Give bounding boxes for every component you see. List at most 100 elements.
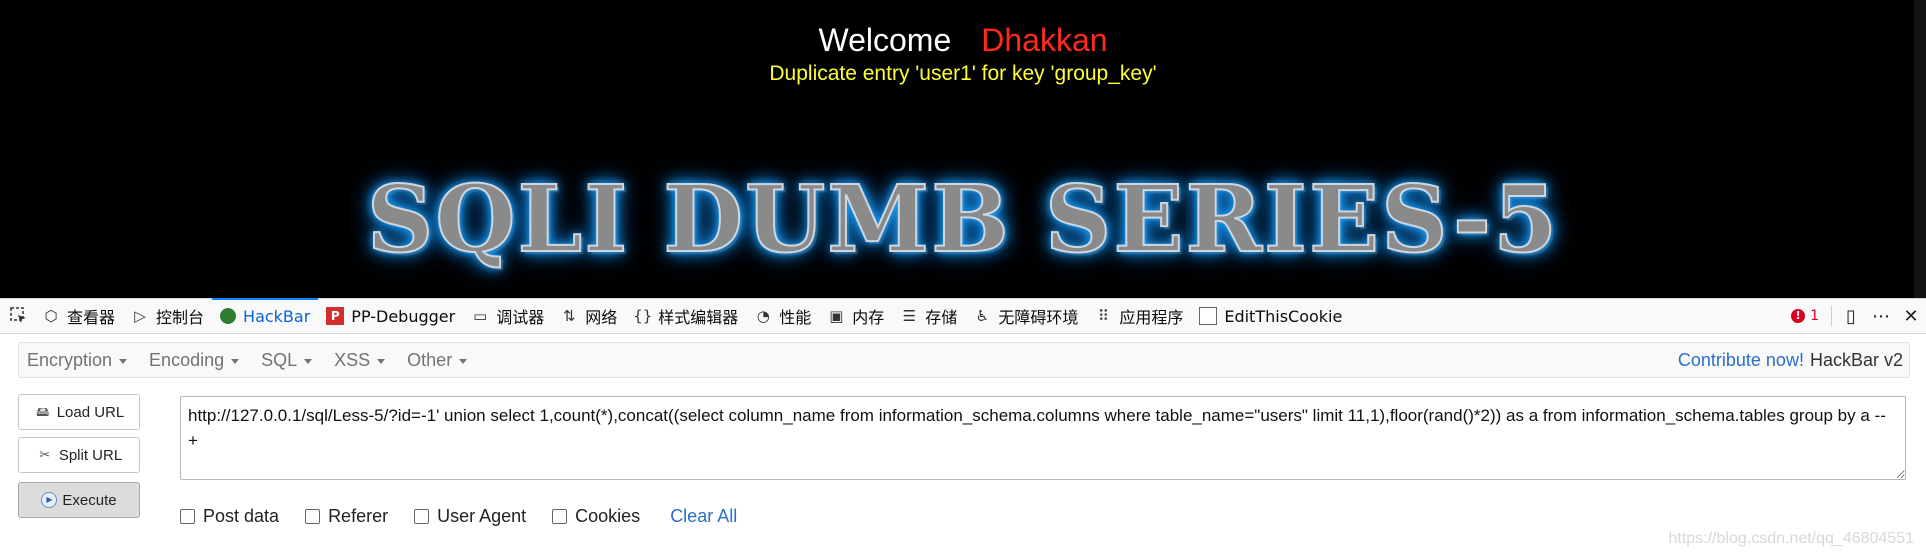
menu-encryption[interactable]: Encryption (19, 350, 135, 371)
tab-pp-debugger[interactable]: P PP-Debugger (318, 299, 463, 333)
hackbar-icon (220, 308, 237, 324)
memory-icon: ▣ (829, 307, 844, 325)
welcome-line: Welcome Dhakkan (0, 22, 1926, 59)
devtools-right-controls: ! 1 ▯ ⋯ ✕ (1783, 299, 1926, 333)
caret-down-icon (119, 358, 128, 364)
welcome-text: Welcome (818, 22, 952, 58)
load-url-button[interactable]: 🖴 Load URL (18, 394, 140, 430)
option-referer[interactable]: Referer (305, 506, 388, 527)
menu-other[interactable]: Other (399, 350, 475, 371)
tab-label: 应用程序 (1119, 308, 1184, 327)
clear-all-link[interactable]: Clear All (670, 506, 737, 527)
tab-label: 存储 (925, 308, 958, 327)
tab-application[interactable]: ⠿ 应用程序 (1086, 299, 1191, 333)
tab-debugger[interactable]: ▭ 调试器 (463, 299, 552, 333)
load-url-icon: 🖴 (36, 404, 50, 419)
option-label: Referer (328, 505, 389, 526)
tab-hackbar[interactable]: HackBar (212, 298, 319, 333)
tab-network[interactable]: ⇅ 网络 (552, 299, 625, 333)
caret-down-icon (377, 358, 386, 364)
tab-inspector[interactable]: ⬡ 查看器 (34, 299, 123, 333)
user-name: Dhakkan (981, 22, 1108, 58)
option-post-data[interactable]: Post data (180, 506, 279, 527)
execute-button[interactable]: ▶ Execute (18, 482, 140, 518)
responsive-design-icon: ▯ (1846, 305, 1856, 327)
sql-error-message: Duplicate entry 'user1' for key 'group_k… (769, 62, 1157, 85)
debugger-icon: ▭ (473, 307, 488, 325)
menu-sql[interactable]: SQL (253, 350, 320, 371)
button-label: Load URL (56, 403, 125, 421)
hackbar-options: Post data Referer User Agent Cookies Cle… (180, 504, 737, 528)
tab-storage[interactable]: ☰ 存储 (892, 299, 965, 333)
element-picker-button[interactable] (0, 299, 34, 333)
watermark: https://blog.csdn.net/qq_46804551 (1668, 530, 1914, 547)
post-data-checkbox[interactable] (180, 508, 195, 524)
devtools-toolbar: ⬡ 查看器 ▷ 控制台 HackBar P PP-Debugger ▭ 调试器 … (0, 298, 1926, 334)
hackbar-menu-bar: Encryption Encoding SQL XSS Other Contri… (18, 342, 1910, 378)
tab-label: 无障碍环境 (998, 308, 1079, 327)
scissors-icon: ✂ (39, 447, 51, 462)
caret-down-icon (231, 358, 240, 364)
style-editor-icon: {} (633, 307, 653, 325)
tab-label: HackBar (243, 306, 311, 326)
button-label: Execute (62, 491, 117, 509)
caret-down-icon (304, 358, 313, 364)
hackbar-panel: Encryption Encoding SQL XSS Other Contri… (0, 334, 1926, 558)
tab-label: 查看器 (67, 308, 116, 327)
network-icon: ⇅ (562, 307, 576, 325)
tab-memory[interactable]: ▣ 内存 (819, 299, 892, 333)
tab-label: 控制台 (156, 308, 205, 327)
split-url-button[interactable]: ✂ Split URL (18, 437, 140, 473)
tab-console[interactable]: ▷ 控制台 (123, 299, 212, 333)
page-scrollbar[interactable] (1914, 0, 1926, 298)
button-label: Split URL (58, 446, 123, 464)
option-cookies[interactable]: Cookies (552, 506, 640, 527)
tab-editthiscookie[interactable]: EditThisCookie (1191, 299, 1350, 333)
more-options-icon: ⋯ (1872, 305, 1890, 327)
cookie-icon (1199, 307, 1218, 325)
application-icon: ⠿ (1097, 307, 1109, 325)
tab-style-editor[interactable]: {} 样式编辑器 (625, 299, 746, 333)
option-label: User Agent (437, 505, 527, 526)
hackbar-version: HackBar v2 (1809, 349, 1903, 370)
console-icon: ▷ (134, 307, 146, 325)
web-page: Welcome Dhakkan Duplicate entry 'user1' f… (0, 0, 1926, 298)
cookies-checkbox[interactable] (552, 508, 568, 524)
tab-label: 样式编辑器 (658, 308, 739, 327)
menu-xss[interactable]: XSS (326, 350, 393, 371)
storage-icon: ☰ (902, 307, 917, 325)
close-devtools-button[interactable]: ✕ (1896, 306, 1926, 327)
close-icon: ✕ (1903, 305, 1919, 327)
divider (1831, 306, 1832, 326)
play-icon: ▶ (41, 492, 58, 508)
tab-accessibility[interactable]: ♿ 无障碍环境 (965, 299, 1086, 333)
responsive-design-button[interactable]: ▯ (1836, 306, 1866, 327)
tab-label: PP-Debugger (351, 306, 456, 326)
menu-label: SQL (261, 349, 298, 370)
accessibility-icon: ♿ (975, 307, 990, 325)
menu-label: Other (407, 349, 453, 370)
tab-performance[interactable]: ◔ 性能 (746, 299, 819, 333)
inspector-icon: ⬡ (44, 307, 58, 325)
performance-icon: ◔ (756, 307, 770, 325)
tab-label: 内存 (852, 308, 885, 327)
error-count: 1 (1810, 308, 1819, 324)
contribute-link[interactable]: Contribute now! (1678, 350, 1804, 371)
menu-label: Encoding (149, 349, 225, 370)
menu-encoding[interactable]: Encoding (141, 350, 247, 371)
error-count-badge[interactable]: ! 1 (1783, 308, 1827, 324)
error-icon: ! (1791, 309, 1806, 323)
referer-checkbox[interactable] (305, 508, 321, 524)
menu-label: Encryption (27, 349, 113, 370)
banner-title: SQLI DUMB SERIES-5 (366, 164, 1560, 274)
option-user-agent[interactable]: User Agent (414, 506, 526, 527)
option-label: Post data (203, 505, 280, 526)
caret-down-icon (459, 358, 468, 364)
more-options-button[interactable]: ⋯ (1866, 306, 1896, 327)
element-picker-icon (10, 307, 28, 325)
tab-label: 性能 (779, 308, 812, 327)
url-textarea[interactable]: http://127.0.0.1/sql/Less-5/?id=-1' unio… (180, 396, 1906, 480)
tab-label: 调试器 (496, 308, 545, 327)
menu-label: XSS (334, 349, 371, 370)
user-agent-checkbox[interactable] (414, 508, 430, 524)
